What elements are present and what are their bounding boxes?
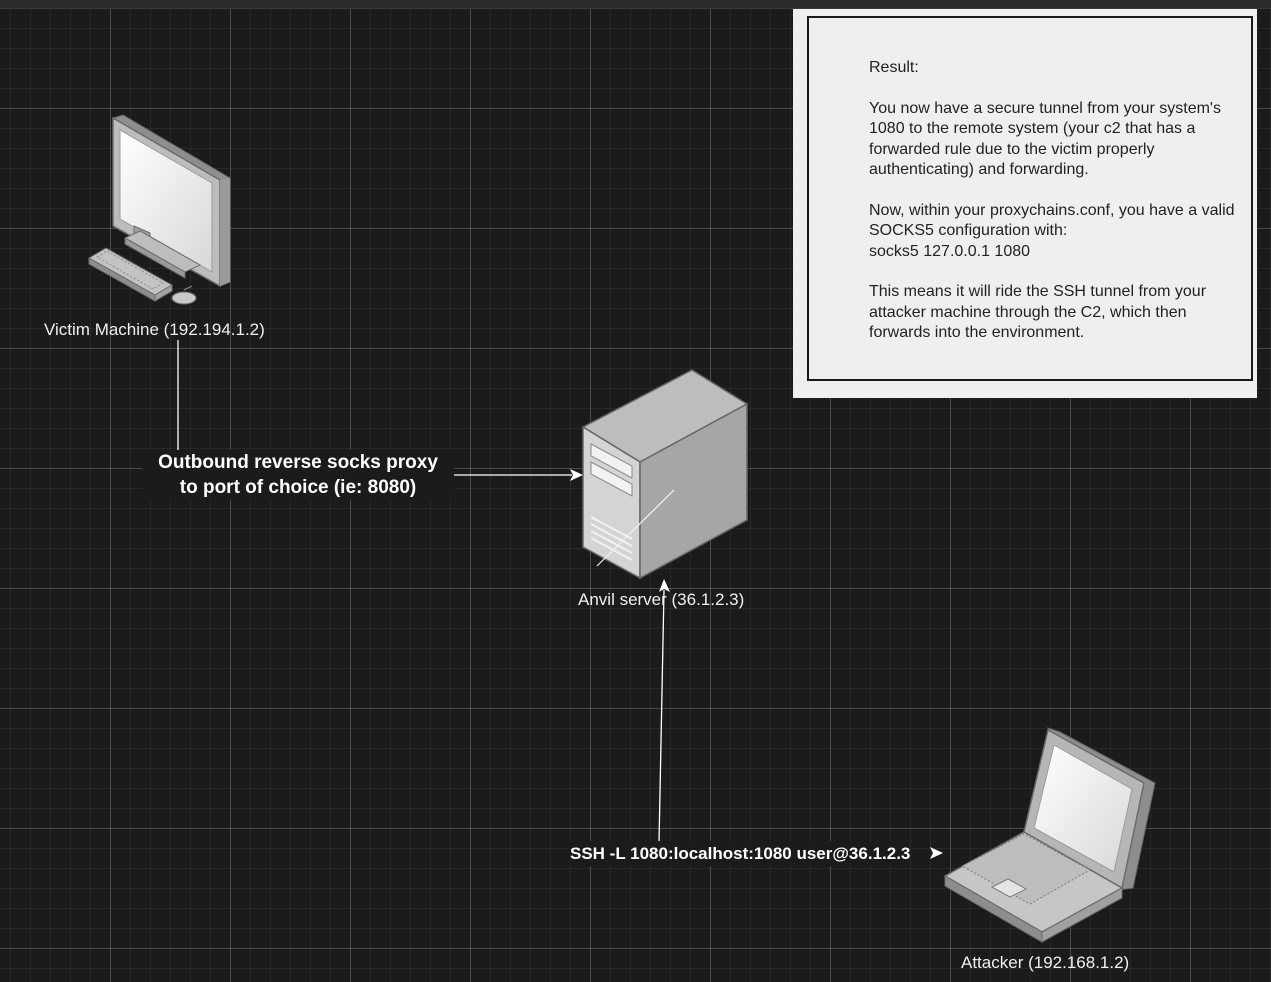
note-paragraph-4: This means it will ride the SSH tunnel f… [869, 283, 1207, 342]
laptop-icon[interactable] [943, 727, 1156, 943]
anvil-server-label-text: Anvil server (36.1.2.3) [578, 590, 745, 609]
note-paragraph-1: Result: [869, 59, 919, 76]
attacker-label: Attacker (192.168.1.2) [961, 953, 1129, 973]
edge-attacker-label-text: SSH -L 1080:localhost:1080 user@36.1.2.3 [570, 844, 911, 863]
result-note[interactable]: Result: You now have a secure tunnel fro… [793, 9, 1257, 398]
note-paragraph-3: Now, within your proxychains.conf, you h… [869, 201, 1241, 262]
desktop-computer-icon[interactable] [87, 114, 231, 305]
note-config-line: socks5 127.0.0.1 1080 [869, 242, 1031, 260]
result-note-border: Result: You now have a secure tunnel fro… [807, 16, 1253, 381]
edge-attacker-label: SSH -L 1080:localhost:1080 user@36.1.2.3 [570, 841, 911, 866]
result-note-text: Result: You now have a secure tunnel fro… [869, 58, 1241, 364]
edge-attacker-arrowhead-right [930, 847, 943, 859]
anvil-server-label: Anvil server (36.1.2.3) [578, 590, 744, 610]
edge-victim-label-line1: Outbound reverse socks proxy [158, 452, 438, 473]
victim-machine-label: Victim Machine (192.194.1.2) [44, 320, 265, 340]
edge-attacker-line [658, 589, 665, 844]
tower-server-icon[interactable] [581, 369, 749, 580]
attacker-label-text: Attacker (192.168.1.2) [961, 953, 1130, 972]
note-paragraph-3-line1: Now, within your proxychains.conf, you h… [869, 201, 1235, 240]
edge-victim-label-line2: to port of choice (ie: 8080) [179, 477, 417, 498]
edge-victim-label: Outbound reverse socks proxy to port of … [142, 450, 454, 500]
note-paragraph-2: You now have a secure tunnel from your s… [869, 99, 1221, 179]
victim-machine-label-text: Victim Machine (192.194.1.2) [44, 320, 265, 339]
